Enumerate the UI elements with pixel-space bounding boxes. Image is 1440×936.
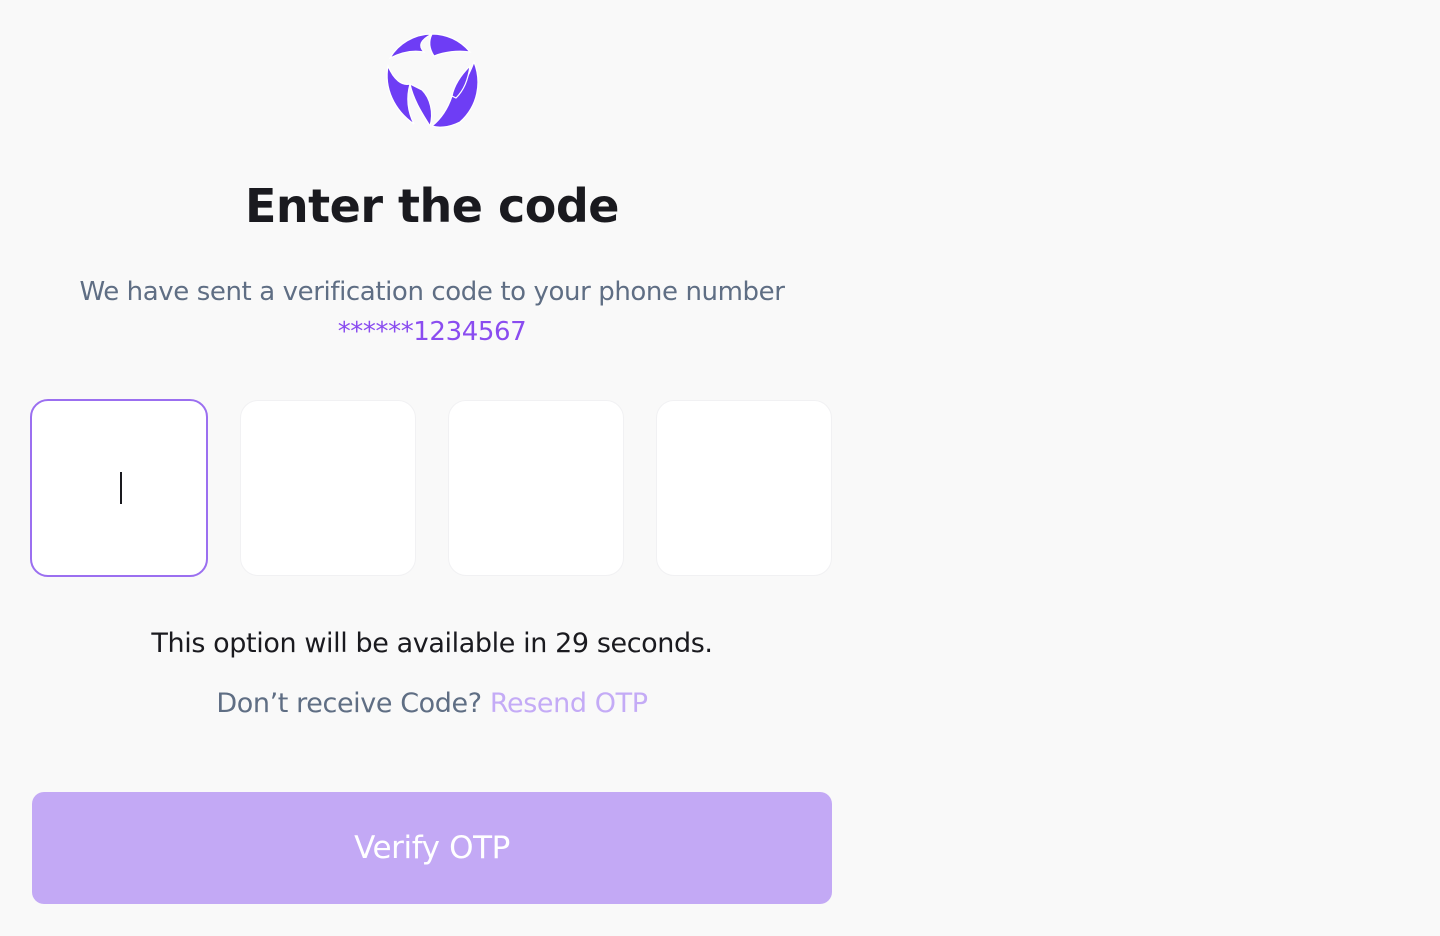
otp-digit-3[interactable]: [448, 400, 624, 576]
brand-logo-icon: [386, 33, 479, 128]
page-title: Enter the code: [244, 179, 620, 233]
resend-timer-text: This option will be available in 29 seco…: [151, 628, 713, 659]
otp-digit-2[interactable]: [240, 400, 416, 576]
otp-input-group: [30, 399, 832, 577]
text-cursor: [120, 472, 122, 504]
verify-otp-button[interactable]: Verify OTP: [32, 792, 832, 904]
otp-digit-1[interactable]: [30, 399, 208, 577]
otp-panel: Enter the code We have sent a verificati…: [30, 0, 832, 936]
otp-digit-4[interactable]: [656, 400, 832, 576]
resend-prompt: Don’t receive Code?: [216, 688, 490, 719]
resend-row: Don’t receive Code? Resend OTP: [32, 684, 832, 724]
masked-phone-number: ******1234567: [337, 317, 527, 347]
otp-verification-page: Enter the code We have sent a verificati…: [0, 0, 1440, 936]
resend-otp-link[interactable]: Resend OTP: [490, 688, 648, 719]
verification-message: We have sent a verification code to your…: [79, 277, 785, 307]
